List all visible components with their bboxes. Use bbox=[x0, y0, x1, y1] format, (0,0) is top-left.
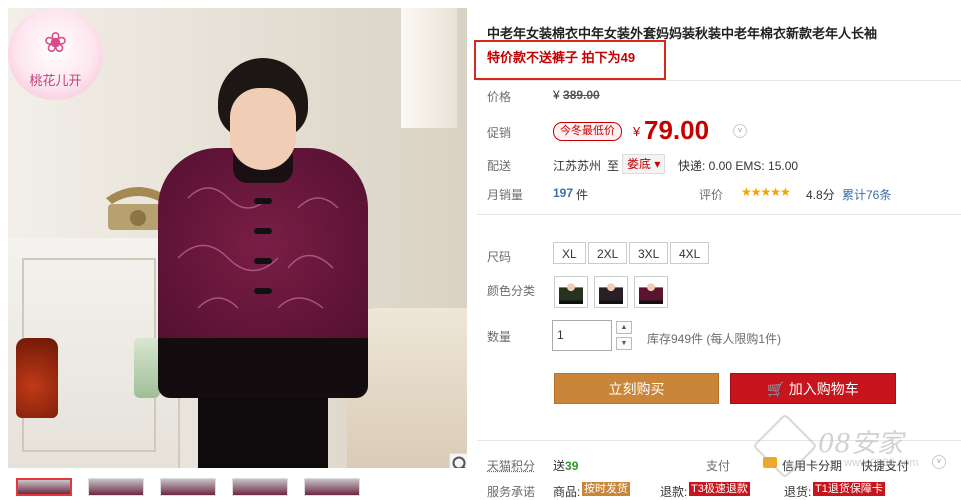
quantity-input[interactable] bbox=[552, 320, 612, 351]
service-refund-label: 退款: bbox=[660, 483, 687, 500]
buy-now-button[interactable]: 立刻购买 bbox=[554, 373, 719, 404]
thumbnail-strip bbox=[8, 478, 467, 496]
color-option-3[interactable] bbox=[634, 276, 668, 308]
size-option-2xl[interactable]: 2XL bbox=[588, 242, 627, 264]
size-option-3xl[interactable]: 3XL bbox=[629, 242, 668, 264]
service-return-label: 退货: bbox=[784, 483, 811, 500]
monthly-sales-label: 月销量 bbox=[487, 186, 523, 203]
site-watermark: 08安家 www.0888.com bbox=[752, 413, 952, 483]
brand-logo-text: 桃花儿开 bbox=[8, 70, 103, 89]
thumbnail-5[interactable] bbox=[304, 478, 360, 496]
watermark-url: www.0888.com bbox=[844, 457, 919, 469]
color-option-1[interactable] bbox=[554, 276, 588, 308]
embroidery-pattern bbox=[158, 168, 368, 338]
price-currency: ¥ bbox=[633, 124, 640, 139]
promo-price-label: 促销 bbox=[487, 124, 511, 141]
tmall-points-label[interactable]: 天猫积分 bbox=[487, 457, 535, 474]
house-icon bbox=[752, 413, 817, 478]
promo-price: 79.00 bbox=[644, 115, 709, 146]
lamp-decor bbox=[401, 8, 457, 128]
service-goods-label: 商品: bbox=[553, 483, 580, 500]
rating-label: 评价 bbox=[699, 186, 723, 203]
brand-logo: ❀ 桃花儿开 bbox=[8, 8, 103, 100]
wine-bottle-decor bbox=[16, 338, 58, 418]
monthly-sales-count: 197 bbox=[553, 186, 573, 200]
rating-stars-icon: ★★★★★ bbox=[741, 185, 790, 199]
add-to-cart-label: 加入购物车 bbox=[789, 381, 859, 397]
size-option-4xl[interactable]: 4XL bbox=[670, 242, 709, 264]
color-swatch-2 bbox=[599, 280, 623, 304]
rating-score: 4.8分 bbox=[806, 186, 835, 203]
monthly-sales-unit: 件 bbox=[576, 186, 588, 203]
shipping-cost: 快递: 0.00 EMS: 15.00 bbox=[678, 157, 798, 174]
service-promise-label: 服务承诺 bbox=[487, 483, 535, 500]
quantity-up-icon[interactable]: ▲ bbox=[616, 321, 632, 334]
color-swatch-1 bbox=[559, 280, 583, 304]
tmall-points-value: 39 bbox=[565, 459, 578, 473]
magnifier-icon[interactable] bbox=[449, 453, 467, 468]
color-option-2[interactable] bbox=[594, 276, 628, 308]
shipping-to-label: 至 bbox=[607, 157, 619, 174]
brand-logo-mark: ❀ bbox=[8, 26, 103, 59]
thumbnail-4[interactable] bbox=[232, 478, 288, 496]
review-count-link[interactable]: 累计76条 bbox=[842, 186, 891, 203]
shipping-origin: 江苏苏州 bbox=[553, 157, 601, 174]
service-refund-tag[interactable]: T3极速退款 bbox=[689, 482, 750, 496]
divider bbox=[477, 80, 961, 81]
size-label: 尺码 bbox=[487, 248, 511, 265]
quantity-label: 数量 bbox=[487, 328, 511, 345]
model-figure bbox=[138, 48, 388, 468]
payment-label: 支付 bbox=[706, 457, 730, 474]
original-price: ¥ 389.00 bbox=[553, 88, 600, 102]
shipping-destination-select[interactable]: 娄底 ▾ bbox=[622, 154, 665, 174]
quantity-down-icon[interactable]: ▼ bbox=[616, 337, 632, 350]
original-price-currency: ¥ bbox=[553, 88, 560, 102]
color-swatch-3 bbox=[639, 280, 663, 304]
shipping-label: 配送 bbox=[487, 157, 511, 174]
thumbnail-3[interactable] bbox=[160, 478, 216, 496]
service-goods-tag[interactable]: 按时发货 bbox=[582, 482, 630, 496]
lowest-price-badge: 今冬最低价 bbox=[553, 122, 622, 141]
size-option-xl[interactable]: XL bbox=[553, 242, 586, 264]
color-label: 颜色分类 bbox=[487, 282, 535, 299]
cart-icon: 🛒 bbox=[767, 381, 784, 397]
tmall-points: 送39 bbox=[553, 457, 578, 474]
promo-note: 特价款不送裤子 拍下为49 bbox=[487, 47, 635, 66]
watermark-text: 08安家 bbox=[818, 423, 903, 460]
divider bbox=[477, 214, 961, 215]
chevron-down-icon[interactable]: ˅ bbox=[733, 124, 747, 138]
thumbnail-1[interactable] bbox=[16, 478, 72, 496]
stock-info: 库存949件 (每人限购1件) bbox=[647, 330, 781, 347]
tmall-points-prefix: 送 bbox=[553, 459, 565, 473]
service-return-tag[interactable]: T1退货保障卡 bbox=[813, 482, 885, 496]
original-price-value: 389.00 bbox=[563, 88, 600, 102]
add-to-cart-button[interactable]: 🛒 加入购物车 bbox=[730, 373, 896, 404]
thumbnail-2[interactable] bbox=[88, 478, 144, 496]
original-price-label: 价格 bbox=[487, 88, 511, 105]
product-main-image[interactable]: ❀ 桃花儿开 bbox=[8, 8, 467, 468]
